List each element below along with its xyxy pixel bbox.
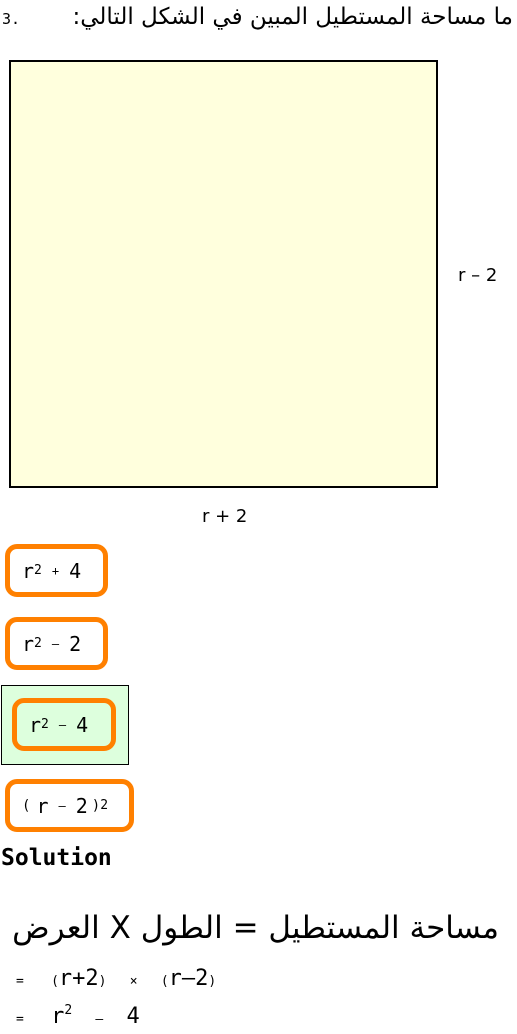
- option-4-rhs: 2: [75, 793, 88, 818]
- solution-title: Solution: [1, 845, 112, 871]
- step-1-times: ×: [129, 974, 138, 989]
- option-3-base: r: [29, 712, 42, 737]
- rectangle-length-label: r + 2: [202, 506, 248, 527]
- option-1-operator: +: [51, 563, 60, 578]
- option-2-operator: –: [51, 636, 60, 651]
- step-1-factor-a: r+2: [58, 966, 99, 991]
- option-4-base: r: [36, 793, 49, 818]
- option-2-rhs: 2: [69, 631, 82, 656]
- step-1-rparen-a: ): [98, 974, 107, 989]
- answer-option-2[interactable]: r2 – 2: [5, 617, 108, 670]
- step-2-equals: =: [16, 1012, 24, 1027]
- option-4-left-paren: (: [22, 797, 31, 814]
- step-1-factor-b: r–2: [168, 966, 209, 991]
- rectangle-figure: [9, 60, 438, 488]
- option-1-base: r: [22, 558, 35, 583]
- answer-option-4[interactable]: ( r – 2 ) 2: [5, 779, 134, 832]
- step-1-equals: =: [16, 974, 24, 989]
- option-4-operator: –: [58, 798, 66, 813]
- step-2-rhs: 4: [126, 1004, 140, 1029]
- solution-step-1: = (r+2) × (r–2): [16, 966, 216, 991]
- rectangle-width-label: r – 2: [458, 265, 498, 286]
- step-2-base: r: [51, 1004, 65, 1029]
- option-4-right-paren: ): [91, 797, 101, 814]
- option-1-rhs: 4: [69, 558, 82, 583]
- answer-option-1[interactable]: r2 + 4: [5, 544, 108, 597]
- answer-option-3[interactable]: r2 – 4: [12, 698, 116, 751]
- question-text: ما مساحة المستطيل المبين في الشكل التالي…: [72, 4, 513, 30]
- option-3-operator: –: [58, 717, 67, 732]
- question-number: 3.: [2, 10, 21, 28]
- step-1-lparen-a: (: [51, 974, 59, 989]
- solution-step-2: = r2 – 4: [16, 1004, 140, 1029]
- step-2-exp: 2: [64, 1003, 73, 1018]
- option-3-rhs: 4: [76, 712, 89, 737]
- option-2-base: r: [22, 631, 35, 656]
- step-1-lparen-b: (: [160, 974, 169, 989]
- step-2-operator: –: [95, 1012, 104, 1027]
- area-formula: مساحة المستطيل = الطول X العرض: [12, 910, 499, 946]
- step-1-rparen-b: ): [208, 974, 217, 989]
